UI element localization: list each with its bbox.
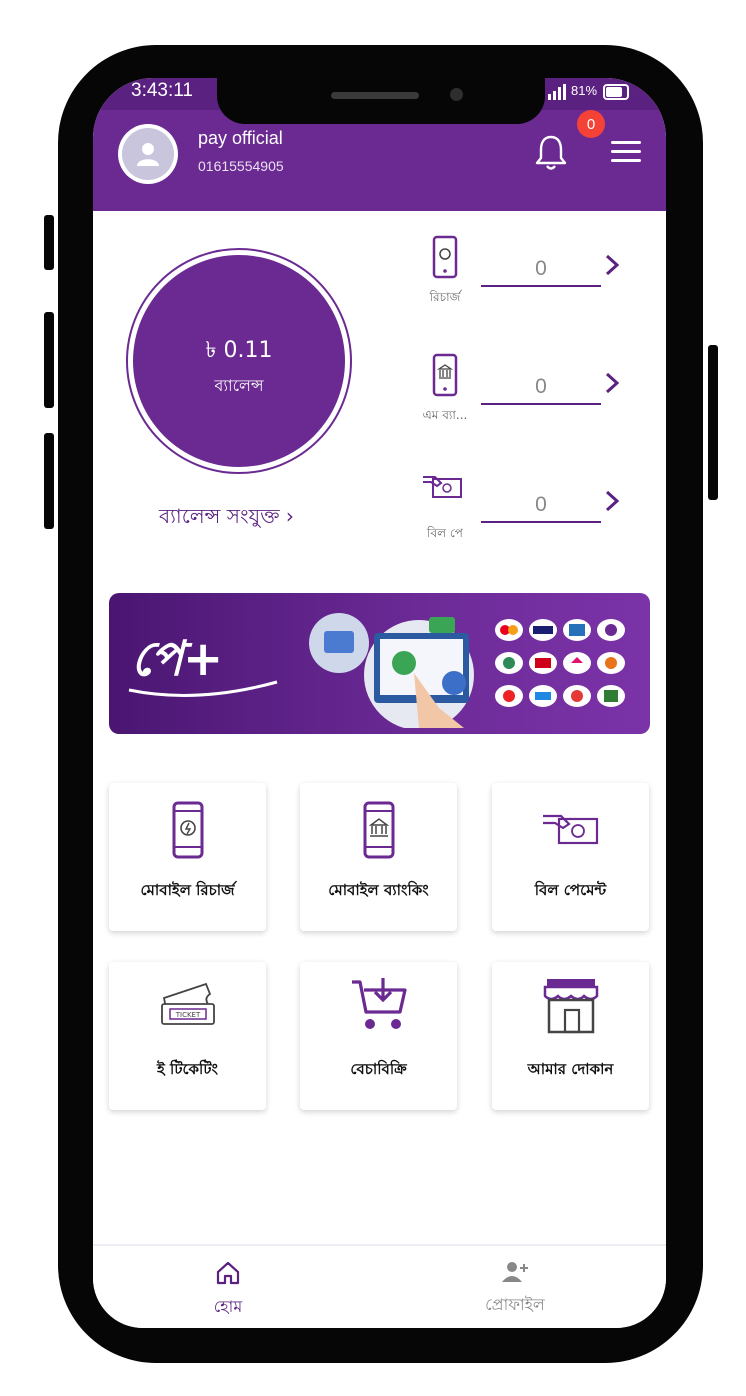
nav-label: প্রোফাইল <box>485 1295 545 1314</box>
shop-icon <box>543 979 598 1034</box>
bell-icon[interactable] <box>533 132 569 172</box>
mobile-recharge-icon <box>172 801 203 859</box>
service-sales[interactable]: বেচাবিক্রি <box>300 962 457 1110</box>
front-camera <box>450 88 463 101</box>
service-label: বিল পেমেন্ট <box>534 881 607 899</box>
stat-value: 0 <box>481 375 601 405</box>
user-name: pay official <box>198 128 283 148</box>
service-bill-payment[interactable]: বিল পেমেন্ট <box>492 783 649 931</box>
notch <box>217 78 545 124</box>
stat-label: রিচার্জ <box>429 290 461 304</box>
chevron-right-icon <box>605 372 620 394</box>
power-button <box>708 345 718 500</box>
stat-bill-pay[interactable]: বিল পে 0 <box>413 471 623 561</box>
battery-percent: 81% <box>571 83 598 98</box>
balance-label: ব্যালেন্স <box>214 376 264 395</box>
signal-icon <box>548 84 566 100</box>
add-user-icon <box>502 1262 528 1282</box>
stat-value: 0 <box>481 493 601 523</box>
clock: 3:43:11 <box>131 80 193 101</box>
service-label: আমার দোকান <box>527 1060 614 1078</box>
service-label: ই টিকেটিং <box>157 1060 218 1078</box>
stat-label: এম ব্যা... <box>422 408 468 422</box>
bottom-nav: হোম প্রোফাইল <box>93 1244 666 1328</box>
service-mobile-recharge[interactable]: মোবাইল রিচার্জ <box>109 783 266 931</box>
svg-text:TICKET: TICKET <box>174 1011 200 1019</box>
stat-value: 0 <box>481 257 601 287</box>
service-label: বেচাবিক্রি <box>350 1060 407 1078</box>
service-label: মোবাইল ব্যাংকিং <box>328 881 429 899</box>
bill-payment-icon <box>542 814 598 845</box>
notification-badge: 0 <box>577 110 605 138</box>
stat-recharge[interactable]: রিচার্জ 0 <box>413 235 623 325</box>
mobile-bank-icon <box>432 353 458 397</box>
service-e-ticketing[interactable]: TICKET ই টিকেটিং <box>109 962 266 1110</box>
cart-icon <box>351 978 407 1029</box>
bill-pay-icon <box>423 476 462 498</box>
user-icon <box>137 143 159 166</box>
stat-mobile-banking[interactable]: এম ব্যা... 0 <box>413 353 623 443</box>
battery-icon <box>603 84 629 100</box>
app-screen: 3:43:11 81% pay official 01615554905 0 ৳… <box>93 78 666 1328</box>
app-header: pay official 01615554905 0 <box>93 110 666 211</box>
menu-icon[interactable] <box>611 141 641 165</box>
mute-switch <box>44 215 54 270</box>
balance-circle[interactable]: ৳ 0.11 ব্যালেন্স <box>126 248 352 474</box>
banner-swoosh <box>128 680 278 697</box>
payment-logos <box>495 619 625 707</box>
payment-illustration <box>309 613 474 728</box>
add-balance-link[interactable]: ব্যালেন্স সংযুক্ত › <box>159 502 294 535</box>
ticket-icon: TICKET <box>160 982 215 1025</box>
service-label: মোবাইল রিচার্জ <box>140 881 235 899</box>
nav-label: হোম <box>213 1297 243 1316</box>
speaker <box>331 92 419 99</box>
mobile-recharge-icon <box>432 235 458 279</box>
stat-label: বিল পে <box>427 526 463 540</box>
home-icon <box>216 1261 240 1285</box>
chevron-right-icon <box>605 254 620 276</box>
mobile-banking-icon <box>363 801 394 859</box>
nav-home[interactable]: হোম <box>193 1260 263 1321</box>
promo-banner[interactable]: পে+ <box>109 593 650 734</box>
service-mobile-banking[interactable]: মোবাইল ব্যাংকিং <box>300 783 457 931</box>
volume-up-button <box>44 312 54 408</box>
balance-amount: ৳ 0.11 <box>205 338 273 363</box>
avatar[interactable] <box>118 124 178 184</box>
volume-down-button <box>44 433 54 529</box>
user-phone: 01615554905 <box>198 158 284 174</box>
nav-profile[interactable]: প্রোফাইল <box>470 1260 560 1319</box>
service-my-shop[interactable]: আমার দোকান <box>492 962 649 1110</box>
chevron-right-icon <box>605 490 620 512</box>
